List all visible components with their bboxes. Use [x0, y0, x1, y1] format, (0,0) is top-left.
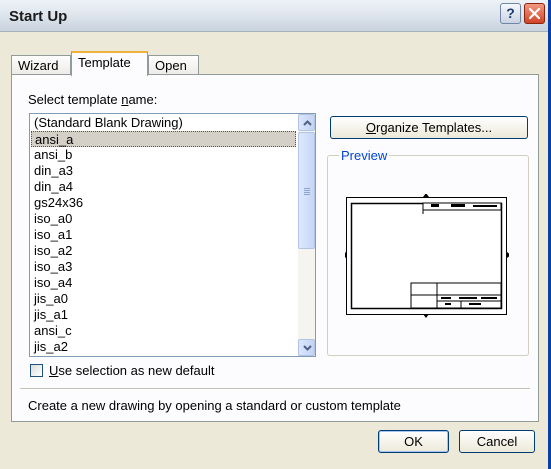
- scroll-up-button[interactable]: [298, 114, 315, 131]
- select-template-label-text: Select template: [28, 92, 122, 107]
- use-selection-default-accesskey: U: [49, 363, 59, 378]
- list-item[interactable]: ansi_b: [31, 147, 296, 163]
- organize-templates-label: rganize Templates...: [376, 120, 493, 135]
- organize-templates-button[interactable]: Organize Templates...: [330, 116, 528, 139]
- select-template-label-text-end: ame:: [128, 92, 158, 107]
- use-selection-default-text: se selection as new default: [58, 363, 215, 378]
- template-items: (Standard Blank Drawing) ansi_a ansi_b d…: [31, 115, 296, 355]
- grip-line: [304, 192, 310, 193]
- list-item[interactable]: (Standard Blank Drawing): [31, 115, 296, 131]
- organize-templates-accesskey: O: [365, 120, 376, 135]
- cancel-button[interactable]: Cancel: [459, 430, 535, 453]
- close-button[interactable]: [524, 3, 545, 24]
- grip-line: [304, 190, 310, 191]
- template-list[interactable]: (Standard Blank Drawing) ansi_a ansi_b d…: [29, 113, 316, 357]
- tab-wizard[interactable]: Wizard: [11, 55, 71, 75]
- list-item[interactable]: gs24x36: [31, 195, 296, 211]
- use-selection-default-label[interactable]: Use selection as new default: [49, 363, 215, 378]
- list-item[interactable]: iso_a3: [31, 259, 296, 275]
- grip-line: [304, 188, 310, 189]
- title-bar[interactable]: Start Up ?: [0, 0, 548, 32]
- tab-wizard-label: Wizard: [18, 58, 59, 73]
- ok-button[interactable]: OK: [378, 430, 449, 453]
- list-item[interactable]: ansi_c: [31, 323, 296, 339]
- divider: [20, 388, 530, 390]
- tab-template[interactable]: Template: [71, 51, 148, 76]
- tab-open[interactable]: Open: [148, 55, 199, 75]
- list-item[interactable]: iso_a0: [31, 211, 296, 227]
- list-item[interactable]: iso_a1: [31, 227, 296, 243]
- window-title: Start Up: [9, 8, 68, 25]
- list-item-selected[interactable]: ansi_a: [31, 131, 296, 147]
- select-template-label: Select template name:: [28, 92, 157, 107]
- scroll-down-button[interactable]: [298, 339, 315, 356]
- grip-line: [304, 194, 310, 195]
- list-item[interactable]: jis_a2: [31, 339, 296, 355]
- status-text: Create a new drawing by opening a standa…: [28, 398, 401, 413]
- tab-open-label: Open: [155, 58, 187, 73]
- template-list-scrollbar[interactable]: [298, 114, 315, 356]
- close-icon: [528, 7, 541, 20]
- scroll-thumb[interactable]: [298, 132, 315, 249]
- list-item[interactable]: iso_a2: [31, 243, 296, 259]
- start-up-dialog: Start Up ? Wizard Template Open Select t…: [0, 0, 551, 469]
- preview-group-title: Preview: [339, 148, 390, 163]
- list-item[interactable]: din_a3: [31, 163, 296, 179]
- list-item[interactable]: jis_a1: [31, 307, 296, 323]
- list-item[interactable]: din_a4: [31, 179, 296, 195]
- use-selection-default-checkbox[interactable]: [30, 364, 43, 377]
- list-item[interactable]: iso_a4: [31, 275, 296, 291]
- template-preview-image: [342, 193, 511, 318]
- tab-template-label: Template: [78, 55, 131, 70]
- help-button[interactable]: ?: [500, 3, 521, 24]
- list-item[interactable]: jis_a0: [31, 291, 296, 307]
- chevron-down-icon: [303, 345, 312, 351]
- chevron-up-icon: [303, 120, 312, 126]
- title-block-drawing-icon: [342, 193, 511, 318]
